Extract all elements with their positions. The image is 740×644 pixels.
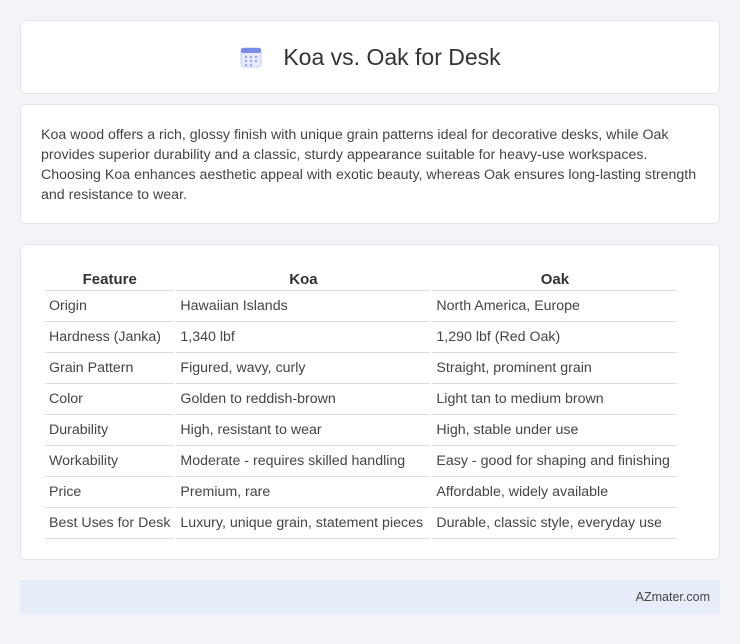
cell-koa: Hawaiian Islands [176,291,431,322]
cell-koa: Luxury, unique grain, statement pieces [176,508,431,539]
cell-feature: Origin [45,291,175,322]
footer: AZmater.com [20,580,720,614]
table-row: Durability High, resistant to wear High,… [45,415,678,446]
cell-oak: High, stable under use [432,415,678,446]
cell-feature: Grain Pattern [45,353,175,384]
cell-feature: Workability [45,446,175,477]
cell-oak: Straight, prominent grain [432,353,678,384]
cell-oak: Light tan to medium brown [432,384,678,415]
comparison-table: Feature Koa Oak Origin Hawaiian Islands … [43,265,679,539]
cell-oak: Durable, classic style, everyday use [432,508,678,539]
title-wrap: Koa vs. Oak for Desk [239,43,501,71]
summary-text: Koa wood offers a rich, glossy finish wi… [41,127,697,203]
table-row: Origin Hawaiian Islands North America, E… [45,291,678,322]
cell-koa: 1,340 lbf [176,322,431,353]
calendar-icon [239,45,263,69]
cell-oak: North America, Europe [432,291,678,322]
cell-feature: Hardness (Janka) [45,322,175,353]
cell-koa: Moderate - requires skilled handling [176,446,431,477]
table-row: Color Golden to reddish-brown Light tan … [45,384,678,415]
table-row: Grain Pattern Figured, wavy, curly Strai… [45,353,678,384]
cell-feature: Color [45,384,175,415]
footer-brand[interactable]: AZmater.com [636,590,710,604]
comparison-table-card: Feature Koa Oak Origin Hawaiian Islands … [20,244,720,560]
cell-koa: Golden to reddish-brown [176,384,431,415]
header-oak: Oak [432,265,678,291]
table-header-row: Feature Koa Oak [45,265,678,291]
cell-feature: Durability [45,415,175,446]
summary-card: Koa wood offers a rich, glossy finish wi… [20,104,720,224]
table-row: Hardness (Janka) 1,340 lbf 1,290 lbf (Re… [45,322,678,353]
cell-feature: Price [45,477,175,508]
cell-koa: Premium, rare [176,477,431,508]
header-feature: Feature [45,265,175,291]
title-card: Koa vs. Oak for Desk [20,20,720,94]
table-row: Best Uses for Desk Luxury, unique grain,… [45,508,678,539]
cell-oak: Affordable, widely available [432,477,678,508]
cell-koa: High, resistant to wear [176,415,431,446]
table-row: Workability Moderate - requires skilled … [45,446,678,477]
cell-feature: Best Uses for Desk [45,508,175,539]
cell-oak: 1,290 lbf (Red Oak) [432,322,678,353]
page-title: Koa vs. Oak for Desk [283,43,501,70]
cell-koa: Figured, wavy, curly [176,353,431,384]
header-koa: Koa [176,265,431,291]
table-row: Price Premium, rare Affordable, widely a… [45,477,678,508]
cell-oak: Easy - good for shaping and finishing [432,446,678,477]
